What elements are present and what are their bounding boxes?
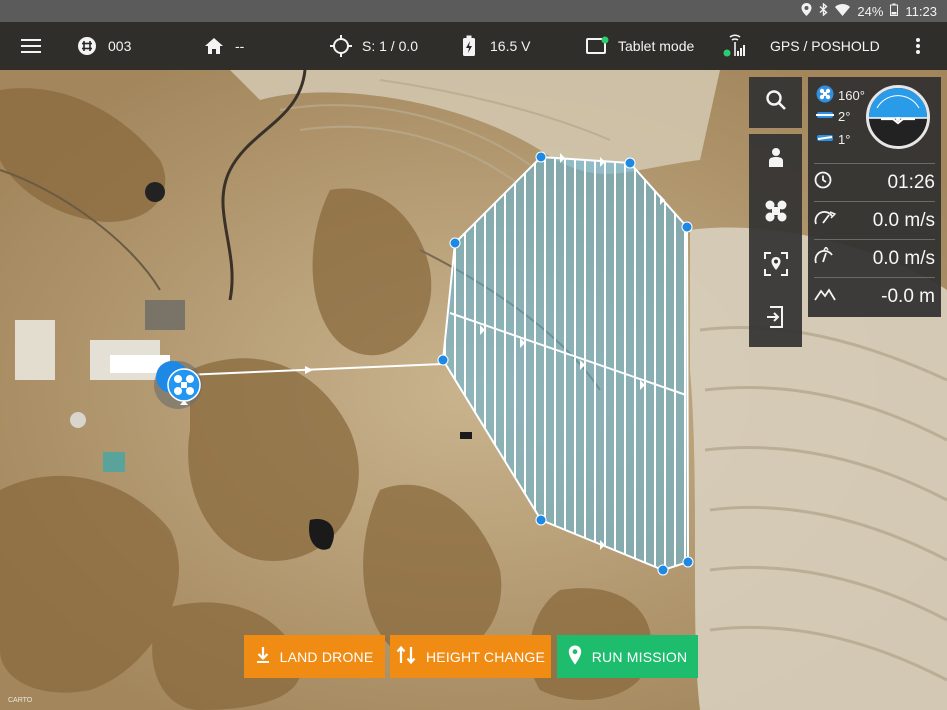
tablet-mode-label: Tablet mode xyxy=(618,38,695,54)
run-mission-button[interactable]: RUN MISSION xyxy=(557,635,698,678)
drone-position-marker[interactable] xyxy=(154,361,202,409)
menu-button[interactable] xyxy=(18,22,44,70)
bluetooth-icon xyxy=(819,2,828,19)
satellite-count-value: S: 1 / 0.0 xyxy=(362,38,419,54)
horizontal-speed-icon xyxy=(814,210,837,231)
swap-vertical-icon xyxy=(396,645,416,668)
height-change-label: HEIGHT CHANGE xyxy=(425,648,546,665)
gps-mode-label: GPS / POSHOLD xyxy=(770,38,880,54)
battery-percent: 24% xyxy=(857,3,884,19)
pitch-readout: 2° xyxy=(816,108,850,125)
altitude-mountain-icon xyxy=(814,287,836,306)
vertical-speed-value: 0.0 m/s xyxy=(872,247,935,269)
waypoint xyxy=(535,151,547,163)
download-arrow-icon xyxy=(256,646,270,667)
satellite-map[interactable]: CARTO xyxy=(0,70,947,710)
height-change-button[interactable]: HEIGHT CHANGE xyxy=(390,635,551,678)
fit-map-icon xyxy=(763,252,788,281)
waypoint xyxy=(657,564,669,576)
vertical-speed-row: 0.0 m/s xyxy=(814,239,935,277)
roll-readout: 1° xyxy=(816,131,850,148)
artificial-horizon xyxy=(866,85,930,149)
pitch-icon xyxy=(816,108,834,125)
waypoint xyxy=(535,514,547,526)
search-icon xyxy=(765,89,787,116)
battery-bolt-icon xyxy=(456,33,482,59)
map-control-stack xyxy=(749,134,802,347)
vertical-speed-icon xyxy=(814,245,836,270)
crosshair-gps-icon xyxy=(328,33,354,59)
exit-mission-button[interactable] xyxy=(749,293,802,346)
battery-voltage-indicator[interactable]: 16.5 V xyxy=(456,22,530,70)
center-drone-button[interactable] xyxy=(749,187,802,240)
system-status-bar: 24% 11:23 xyxy=(0,0,947,22)
clock-icon xyxy=(814,171,832,194)
hamburger-menu-icon xyxy=(18,33,44,59)
top-toolbar: 003 -- S: 1 / 0.0 16.5 V Tablet mode GPS… xyxy=(0,22,947,70)
gps-mode-indicator[interactable]: GPS / POSHOLD xyxy=(722,22,880,70)
tablet-icon xyxy=(584,33,610,59)
roll-icon xyxy=(816,131,834,148)
run-mission-label: RUN MISSION xyxy=(591,648,688,665)
drone-id-icon xyxy=(74,33,100,59)
waypoint xyxy=(449,237,461,249)
signal-tower-icon xyxy=(722,33,748,59)
home-distance-value: -- xyxy=(235,38,245,54)
home-icon xyxy=(201,33,227,59)
land-drone-button[interactable]: LAND DRONE xyxy=(244,635,385,678)
battery-voltage-value: 16.5 V xyxy=(490,38,531,54)
heading-readout: 160° xyxy=(816,85,865,106)
map-attribution: CARTO xyxy=(8,697,33,704)
wifi-icon xyxy=(835,3,851,19)
flight-time-value: 01:26 xyxy=(887,171,935,193)
satellite-indicator[interactable]: S: 1 / 0.0 xyxy=(328,22,418,70)
waypoint xyxy=(682,556,694,568)
fit-map-button[interactable] xyxy=(749,240,802,293)
waypoint xyxy=(624,157,636,169)
map-search-button[interactable] xyxy=(749,77,802,128)
land-drone-label: LAND DRONE xyxy=(279,648,374,665)
map-canvas[interactable]: CARTO xyxy=(0,70,947,710)
map-pin-icon xyxy=(568,645,582,668)
waypoint xyxy=(437,354,449,366)
drone-id-value: 003 xyxy=(108,38,132,54)
location-icon xyxy=(801,3,812,19)
waypoint xyxy=(681,221,693,233)
follow-me-icon xyxy=(766,147,786,174)
heading-icon xyxy=(816,85,834,106)
overflow-menu-button[interactable] xyxy=(905,22,931,70)
home-indicator[interactable]: -- xyxy=(201,22,244,70)
drone-center-icon xyxy=(763,198,789,229)
exit-mission-icon xyxy=(766,305,786,334)
battery-icon xyxy=(890,3,899,19)
telemetry-panel: 160° 2° 1° 01:26 0.0 m/s 0.0 m/s -0.0 m xyxy=(808,77,941,317)
more-vertical-icon xyxy=(905,33,931,59)
tablet-mode-indicator[interactable]: Tablet mode xyxy=(584,22,694,70)
altitude-row: -0.0 m xyxy=(814,277,935,315)
clock-time: 11:23 xyxy=(905,3,937,19)
horizontal-speed-row: 0.0 m/s xyxy=(814,201,935,239)
horizontal-speed-value: 0.0 m/s xyxy=(872,209,935,231)
drone-selector[interactable]: 003 xyxy=(74,22,131,70)
altitude-value: -0.0 m xyxy=(881,285,935,307)
flight-time-row: 01:26 xyxy=(814,163,935,201)
follow-me-button[interactable] xyxy=(749,134,802,187)
